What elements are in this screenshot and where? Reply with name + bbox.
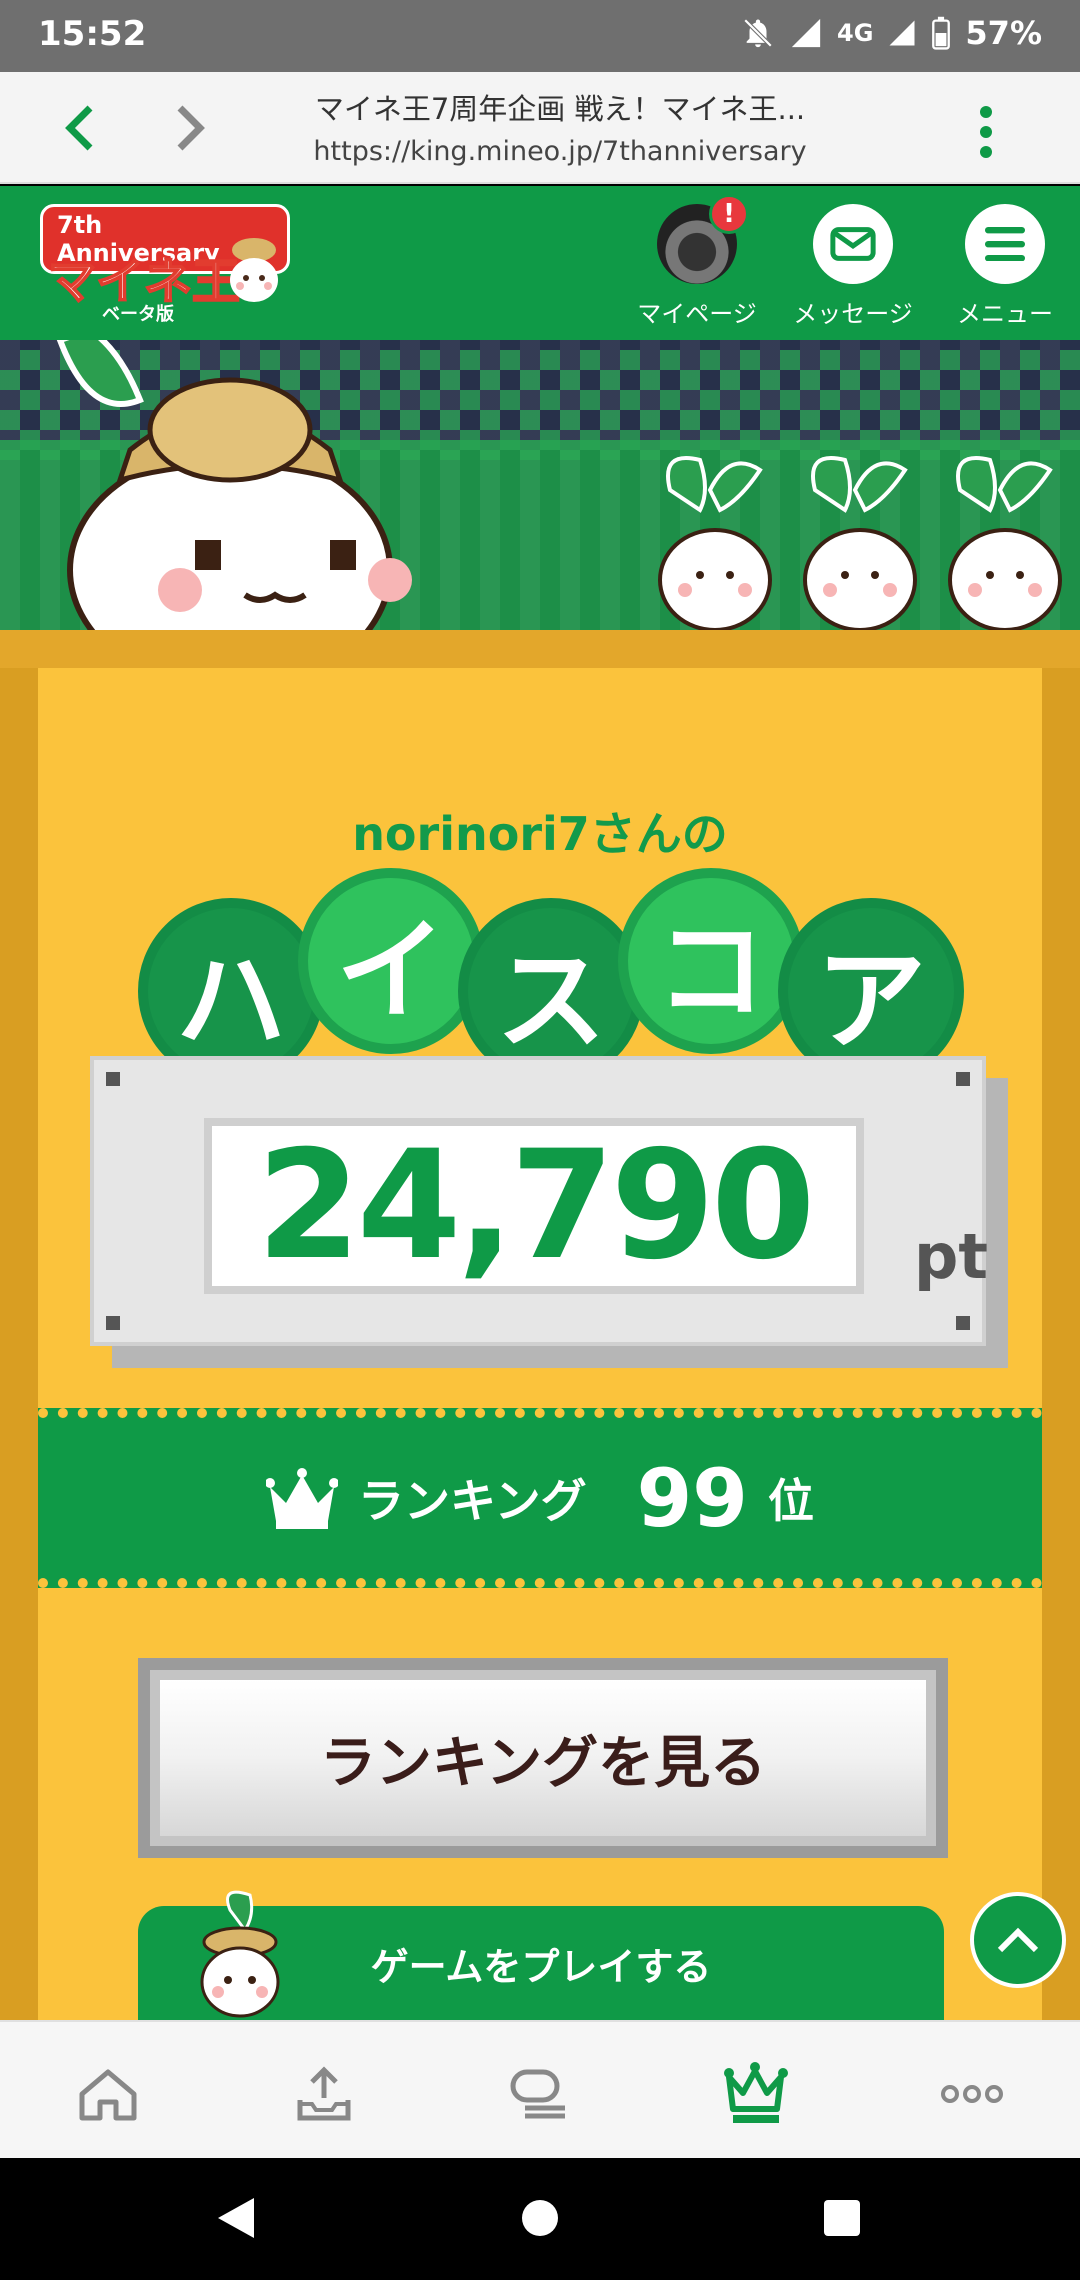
result-frame: norinori7さんの ハ イ ス コ ア 24,790 pt ランキング 9… (0, 630, 1080, 2020)
system-navigation (0, 2158, 1080, 2280)
forward-button[interactable] (158, 96, 222, 160)
more-vert-icon (980, 106, 992, 158)
play-game-label: ゲームをプレイする (370, 1944, 712, 1989)
menu-label: メニュー (957, 300, 1053, 328)
message-link[interactable]: メッセージ (778, 204, 928, 329)
view-ranking-label: ランキングを見る (150, 1670, 936, 1846)
page-url: https://king.mineo.jp/7thanniversary (313, 136, 807, 167)
status-bar: 15:52 4G 57% (0, 0, 1080, 72)
rivet (106, 1316, 120, 1330)
ranking-bar: ランキング 99 位 (38, 1408, 1042, 1588)
score-box: 24,790 pt (90, 1056, 1008, 1368)
back-button[interactable] (48, 96, 112, 160)
logo-beta: ベータ版 (102, 304, 174, 325)
score-display: 24,790 (204, 1118, 864, 1294)
chevron-up-icon (997, 1927, 1039, 1953)
signal-icon (791, 18, 821, 48)
highscore-title: ハ イ ス コ ア (138, 868, 978, 1084)
status-icons: 4G 57% (741, 14, 1042, 52)
rivet (956, 1316, 970, 1330)
nav-community[interactable] (500, 2054, 580, 2134)
system-home-icon[interactable] (520, 2198, 560, 2238)
scroll-to-top-button[interactable] (970, 1892, 1066, 1988)
upload-icon (297, 2066, 351, 2121)
notifications-off-icon (743, 18, 773, 48)
crown-icon (724, 2062, 788, 2123)
score-panel: 24,790 pt (90, 1056, 989, 1346)
battery-icon (932, 16, 951, 50)
small-mascots-illustration (658, 456, 1062, 630)
more-icon (941, 2085, 1003, 2103)
address-bar[interactable]: マイネ王7周年企画 戦え！マイネ王... https://king.mineo.… (260, 86, 860, 167)
notification-badge: ! (709, 194, 749, 234)
battery-level: 57% (965, 14, 1042, 52)
signal-icon-2 (889, 20, 915, 46)
network-type: 4G (837, 19, 874, 47)
chat-icon (510, 2069, 565, 2119)
nav-king[interactable] (716, 2054, 796, 2134)
frame-top-edge (0, 630, 1080, 668)
ranking-unit: 位 (767, 1474, 814, 1528)
mascot-icon (230, 238, 278, 302)
home-icon (79, 2069, 137, 2121)
menu-link[interactable]: メニュー (930, 204, 1080, 329)
message-circle (813, 204, 893, 284)
nav-post[interactable] (284, 2054, 364, 2134)
title-char: コ (618, 868, 804, 1054)
ranking-value: 99 (636, 1451, 748, 1545)
browser-menu-button[interactable] (962, 102, 1010, 162)
message-label: メッセージ (793, 300, 913, 328)
site-header: 7th Anniversary マイネ王 ベータ版 ! マイページ メッセージ … (0, 186, 1080, 340)
player-name: norinori7さんの (352, 807, 728, 861)
score-unit: pt (914, 1220, 989, 1293)
mail-icon (830, 227, 876, 261)
ranking-label: ランキング (358, 1474, 587, 1528)
page-title: マイネ王7周年企画 戦え！マイネ王... (314, 92, 806, 126)
chevron-left-icon (65, 105, 93, 151)
rivet (106, 1072, 120, 1086)
menu-circle (965, 204, 1045, 284)
title-char: イ (298, 868, 484, 1054)
game-banner (0, 340, 1080, 630)
system-back-icon[interactable] (214, 2194, 258, 2242)
browser-toolbar: マイネ王7周年企画 戦え！マイネ王... https://king.mineo.… (0, 72, 1080, 184)
nav-more[interactable] (932, 2054, 1012, 2134)
mypage-link[interactable]: ! マイページ (622, 194, 772, 329)
status-time: 15:52 (38, 14, 147, 54)
rivet (956, 1072, 970, 1086)
score-value: 24,790 (256, 1119, 816, 1293)
big-mascot-illustration (56, 340, 412, 630)
crown-icon (266, 1468, 339, 1529)
chevron-right-icon (177, 105, 205, 151)
mypage-label: マイページ (637, 300, 757, 328)
bottom-navigation (0, 2020, 1080, 2158)
site-logo[interactable]: 7th Anniversary マイネ王 ベータ版 (40, 204, 290, 325)
view-ranking-button[interactable]: ランキングを見る (138, 1658, 948, 1858)
nav-home[interactable] (68, 2054, 148, 2134)
mascot-icon (200, 1890, 280, 2018)
result-panel: norinori7さんの ハ イ ス コ ア 24,790 pt ランキング 9… (38, 668, 1042, 2020)
hamburger-icon (985, 227, 1025, 261)
system-recents-icon[interactable] (822, 2198, 862, 2238)
avatar: ! (657, 194, 749, 284)
